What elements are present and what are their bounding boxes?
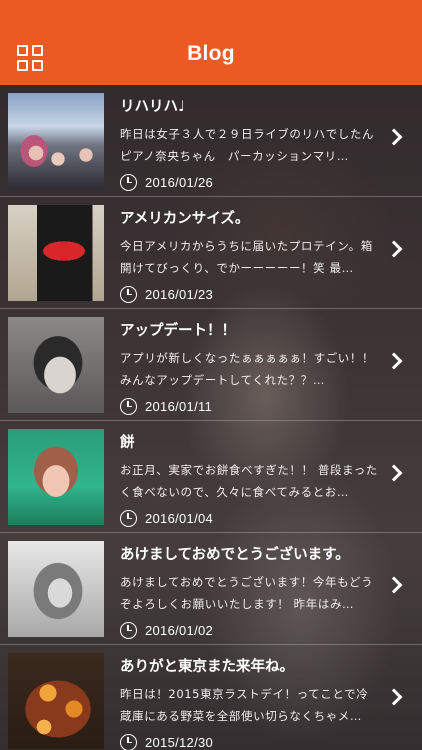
list-item[interactable]: アップデート！！ アプリが新しくなったぁぁぁぁぁ！すごい！！みんなアップデートし…	[0, 309, 422, 421]
post-date: 2015/12/30	[145, 734, 214, 750]
clock-icon	[120, 173, 137, 191]
list-item[interactable]: あけましておめでとうございます。 あけましておめでとうございます！今年もどうぞよ…	[0, 533, 422, 645]
post-date-row: 2016/01/26	[120, 172, 213, 192]
post-date: 2016/01/26	[145, 174, 214, 190]
post-thumbnail	[8, 541, 104, 637]
post-title: リハリハ♩	[120, 99, 185, 115]
chevron-right-icon[interactable]	[385, 128, 403, 146]
post-excerpt: 昨日は女子３人で２９日ライブのリハでしたん ピアノ奈央ちゃん パーカッションマリ…	[120, 127, 378, 163]
post-date: 2016/01/02	[145, 622, 214, 638]
post-title: アメリカンサイズ。	[120, 211, 250, 227]
list-item[interactable]: リハリハ♩ 昨日は女子３人で２９日ライブのリハでしたん ピアノ奈央ちゃん パーカ…	[0, 85, 422, 197]
post-excerpt: 今日アメリカからうちに届いたプロテイン。箱開けてびっくり、でかーーーーー！笑 最…	[120, 239, 373, 275]
post-date-row: 2016/01/11	[120, 396, 212, 416]
post-excerpt: 昨日は！2015東京ラストデイ！ってことで冷蔵庫にある野菜を全部使い切らなくちゃ…	[120, 687, 369, 723]
chevron-right-icon[interactable]	[385, 464, 403, 482]
post-date: 2016/01/23	[145, 286, 214, 302]
post-date-row: 2016/01/02	[120, 620, 213, 640]
post-date: 2016/01/11	[145, 398, 213, 414]
clock-icon	[120, 397, 137, 415]
post-title: 餅	[120, 435, 135, 451]
blog-list: リハリハ♩ 昨日は女子３人で２９日ライブのリハでしたん ピアノ奈央ちゃん パーカ…	[0, 85, 422, 750]
post-title: ありがと東京また来年ね。	[120, 659, 294, 675]
clock-icon	[120, 733, 137, 750]
post-excerpt: あけましておめでとうございます！今年もどうぞよろしくお願いいたします！ 昨年はみ…	[120, 575, 374, 611]
chevron-right-icon[interactable]	[385, 576, 403, 594]
post-excerpt: アプリが新しくなったぁぁぁぁぁ！すごい！！みんなアップデートしてくれた？？…	[120, 351, 375, 387]
clock-icon	[120, 621, 137, 639]
list-item[interactable]: アメリカンサイズ。 今日アメリカからうちに届いたプロテイン。箱開けてびっくり、で…	[0, 197, 422, 309]
page-title: Blog	[187, 42, 235, 65]
post-date-row: 2016/01/23	[120, 284, 213, 304]
post-title: あけましておめでとうございます。	[120, 547, 350, 563]
chevron-right-icon[interactable]	[385, 240, 403, 258]
post-title: アップデート！！	[120, 323, 236, 339]
post-date: 2016/01/04	[145, 510, 214, 526]
list-item[interactable]: 餅 お正月、実家でお餅食べすぎた！！ 普段まったく食べないので、久々に食べてみる…	[0, 421, 422, 533]
chevron-right-icon[interactable]	[385, 352, 403, 370]
post-excerpt: お正月、実家でお餅食べすぎた！！ 普段まったく食べないので、久々に食べてみるとお…	[120, 463, 378, 499]
post-thumbnail	[8, 317, 104, 413]
post-date-row: 2015/12/30	[120, 732, 213, 750]
post-thumbnail	[8, 653, 104, 749]
post-thumbnail	[8, 429, 104, 525]
chevron-right-icon[interactable]	[385, 688, 403, 706]
list-item[interactable]: ありがと東京また来年ね。 昨日は！2015東京ラストデイ！ってことで冷蔵庫にある…	[0, 645, 422, 750]
clock-icon	[120, 285, 137, 303]
app-header: Blog	[0, 0, 422, 85]
post-date-row: 2016/01/04	[120, 508, 213, 528]
post-thumbnail	[8, 205, 104, 301]
post-thumbnail	[8, 93, 104, 189]
clock-icon	[120, 509, 137, 527]
